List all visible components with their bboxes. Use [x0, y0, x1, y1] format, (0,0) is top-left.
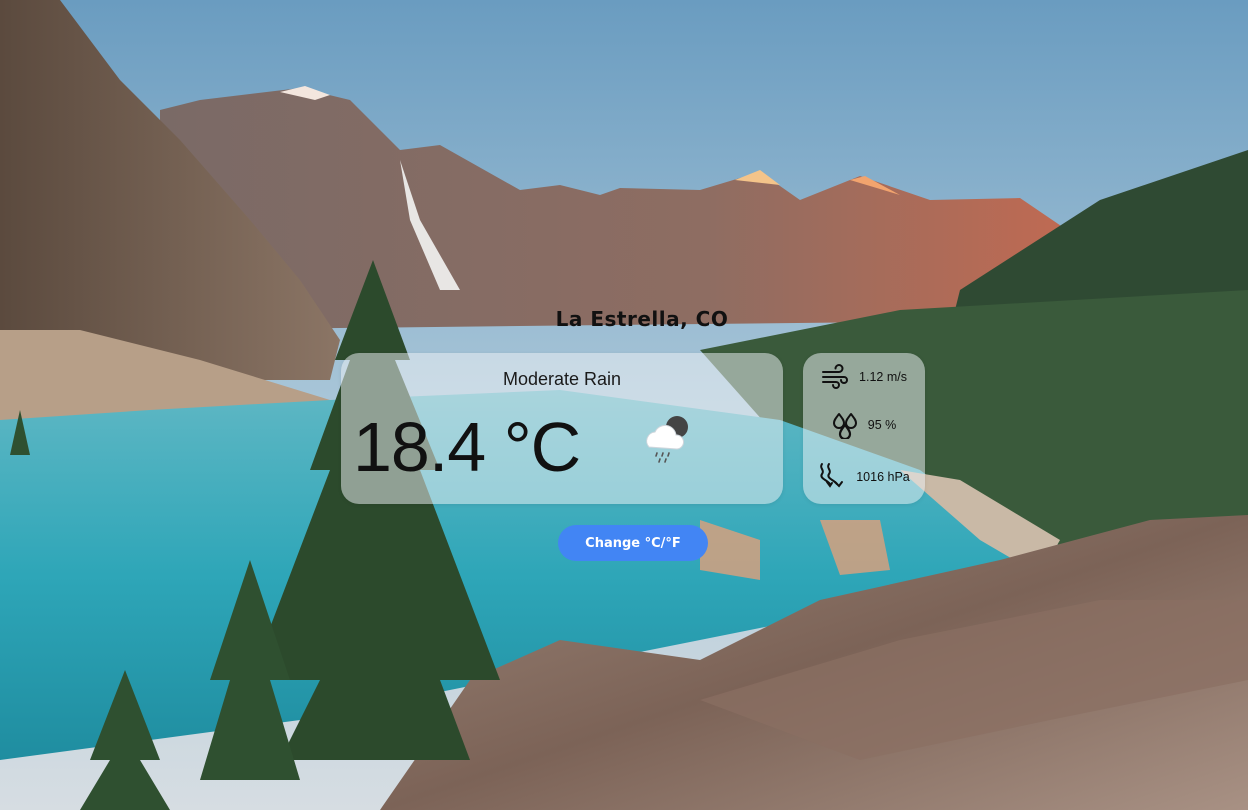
- wind-row: 1.12 m/s: [803, 363, 925, 391]
- weather-details-card: 1.12 m/s 95 % 1016 hPa: [803, 353, 925, 504]
- wind-icon: [822, 364, 848, 389]
- current-weather-card: Moderate Rain 18.4 °C: [341, 353, 783, 504]
- cloud-rain-moon-icon: [646, 416, 688, 463]
- pressure-row: 1016 hPa: [803, 461, 925, 493]
- humidity-drops-icon: [832, 413, 857, 439]
- wind-value: 1.12 m/s: [859, 370, 907, 384]
- humidity-value: 95 %: [867, 418, 897, 432]
- pressure-waves-icon: [820, 463, 844, 488]
- weather-app: La Estrella, CO Moderate Rain 18.4 °C 1.…: [0, 0, 1248, 810]
- change-units-button[interactable]: Change °C/°F: [558, 525, 708, 561]
- humidity-row: 95 %: [803, 411, 925, 439]
- location-title: La Estrella, CO: [555, 307, 729, 331]
- condition-label: Moderate Rain: [502, 369, 622, 389]
- temperature-value: 18.4 °C: [353, 408, 581, 486]
- pressure-value: 1016 hPa: [856, 470, 910, 484]
